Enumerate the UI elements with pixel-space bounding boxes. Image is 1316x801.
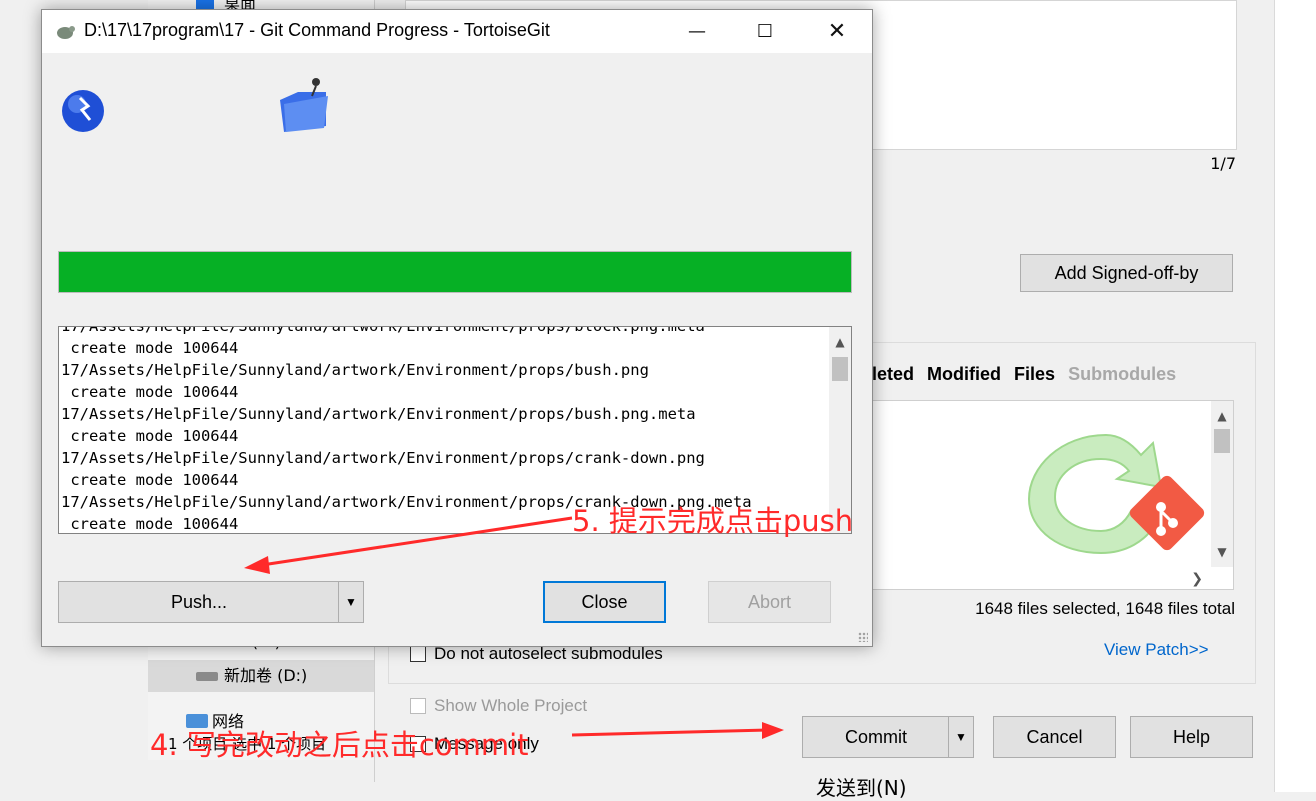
annotation-step4: 4. 写完改动之后点击commit (150, 728, 529, 762)
annotation-arrows (244, 516, 784, 739)
arrowhead-icon (762, 722, 784, 739)
arrow-to-commit (571, 728, 767, 737)
arrowhead-icon (244, 556, 270, 574)
annotation-step5: 5. 提示完成点击push (572, 504, 854, 538)
arrow-to-push (261, 516, 573, 567)
